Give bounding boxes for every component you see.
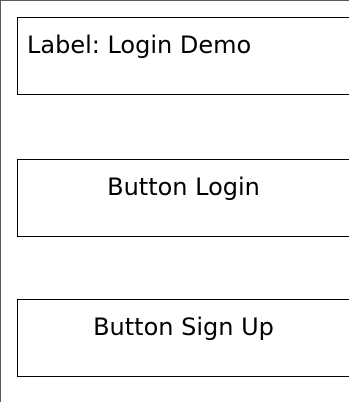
signup-button-label: Button Sign Up bbox=[93, 313, 274, 341]
window-frame: Label: Login Demo Button Login Button Si… bbox=[0, 0, 349, 402]
login-button[interactable]: Button Login bbox=[17, 159, 349, 237]
title-label: Label: Login Demo bbox=[27, 31, 252, 59]
title-label-box: Label: Login Demo bbox=[17, 17, 349, 95]
login-button-label: Button Login bbox=[107, 173, 260, 201]
signup-button[interactable]: Button Sign Up bbox=[17, 299, 349, 377]
